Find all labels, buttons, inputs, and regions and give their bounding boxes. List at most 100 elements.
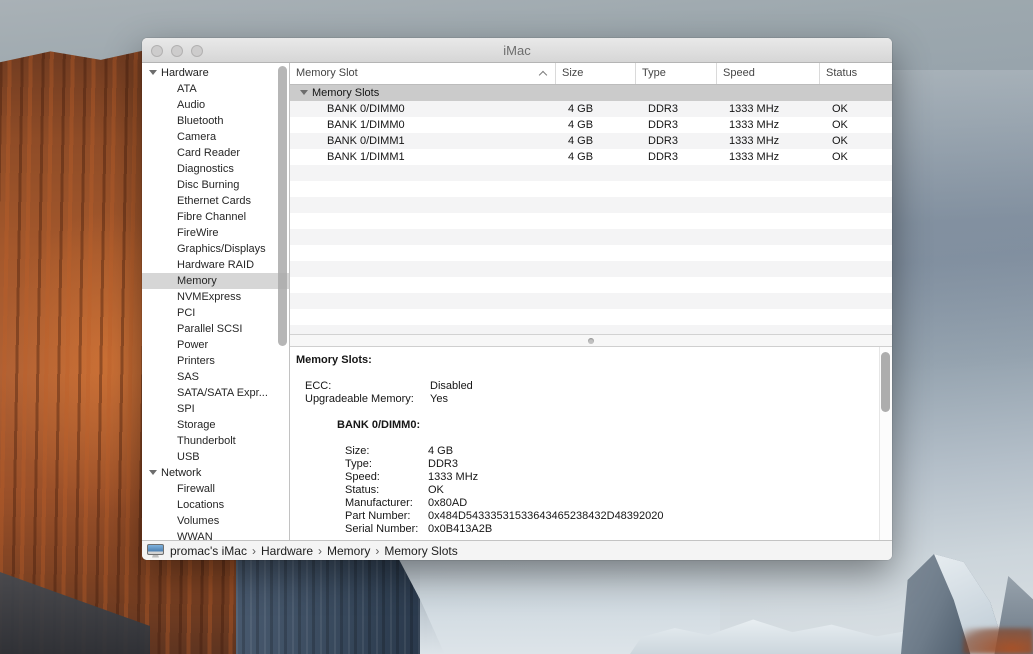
- cell-size: 4 GB: [556, 117, 636, 133]
- detail-scrollbar-thumb[interactable]: [881, 352, 890, 412]
- column-header-type[interactable]: Type: [636, 63, 717, 84]
- sidebar-item-locations[interactable]: Locations: [142, 497, 289, 513]
- memory-slot-table: Memory Slots BANK 0/DIMM0 4 GB DDR3 1333…: [290, 85, 892, 334]
- column-header-size[interactable]: Size: [556, 63, 636, 84]
- sidebar-item-label: Card Reader: [177, 147, 240, 159]
- table-empty-row: [290, 277, 892, 293]
- field-label: Serial Number:: [345, 523, 428, 536]
- disclosure-triangle-icon[interactable]: [149, 470, 157, 475]
- sidebar-item-wwan[interactable]: WWAN: [142, 529, 289, 540]
- sidebar-item-camera[interactable]: Camera: [142, 129, 289, 145]
- detail-scrollbar-track[interactable]: [879, 347, 892, 540]
- detail-field-ecc: ECC:Disabled: [296, 380, 872, 393]
- field-value: 0x80AD: [428, 497, 467, 509]
- memory-slots-pane: Memory Slot Size Type Speed Status Memor…: [290, 63, 892, 540]
- cell-speed: 1333 MHz: [717, 133, 820, 149]
- sidebar-item-spi[interactable]: SPI: [142, 401, 289, 417]
- detail-field-part-number: Part Number:0x484D5433353153364346523843…: [296, 510, 872, 523]
- sidebar-item-label: USB: [177, 451, 200, 463]
- sidebar-item-diagnostics[interactable]: Diagnostics: [142, 161, 289, 177]
- sidebar-scrollbar-thumb[interactable]: [278, 66, 287, 346]
- sidebar-item-usb[interactable]: USB: [142, 449, 289, 465]
- table-row[interactable]: BANK 1/DIMM0 4 GB DDR3 1333 MHz OK: [290, 117, 892, 133]
- field-value: 0x0B413A2B: [428, 523, 492, 535]
- field-label: Manufacturer:: [345, 497, 428, 510]
- title-bar[interactable]: iMac: [142, 38, 892, 63]
- detail-field-speed: Speed:1333 MHz: [296, 471, 872, 484]
- sidebar-item-network[interactable]: Network: [142, 465, 289, 481]
- breadcrumb: promac's iMac›Hardware›Memory›Memory Slo…: [170, 544, 458, 558]
- zoom-button[interactable]: [191, 45, 203, 57]
- sidebar-item-nvmexpress[interactable]: NVMExpress: [142, 289, 289, 305]
- table-empty-row: [290, 229, 892, 245]
- sidebar-item-card-reader[interactable]: Card Reader: [142, 145, 289, 161]
- sidebar-item-label: Printers: [177, 355, 215, 367]
- imac-icon-base: [152, 555, 159, 558]
- sidebar-item-label: Parallel SCSI: [177, 323, 242, 335]
- sidebar-item-memory[interactable]: Memory: [142, 273, 289, 289]
- sidebar-item-label: ATA: [177, 83, 197, 95]
- sidebar-item-firewire[interactable]: FireWire: [142, 225, 289, 241]
- field-label: Part Number:: [345, 510, 428, 523]
- detail-section-title: BANK 0/DIMM0:: [296, 419, 872, 432]
- disclosure-triangle-icon[interactable]: [300, 90, 308, 95]
- breadcrumb-item-hardware[interactable]: Hardware: [261, 544, 313, 558]
- splitter-handle-icon[interactable]: [588, 338, 594, 344]
- cell-size: 4 GB: [556, 101, 636, 117]
- sidebar-item-bluetooth[interactable]: Bluetooth: [142, 113, 289, 129]
- breadcrumb-item-memory-slots[interactable]: Memory Slots: [384, 544, 457, 558]
- sidebar-item-thunderbolt[interactable]: Thunderbolt: [142, 433, 289, 449]
- sidebar-item-disc-burning[interactable]: Disc Burning: [142, 177, 289, 193]
- column-header-status[interactable]: Status: [820, 63, 892, 84]
- pane-splitter[interactable]: [290, 334, 892, 347]
- wallpaper-dark-cliff: [236, 552, 451, 654]
- cell-memory-slot: BANK 0/DIMM0: [290, 101, 556, 117]
- minimize-button[interactable]: [171, 45, 183, 57]
- cell-speed: 1333 MHz: [717, 149, 820, 165]
- sidebar-item-ethernet-cards[interactable]: Ethernet Cards: [142, 193, 289, 209]
- close-button[interactable]: [151, 45, 163, 57]
- sidebar-item-ata[interactable]: ATA: [142, 81, 289, 97]
- sidebar-item-fibre-channel[interactable]: Fibre Channel: [142, 209, 289, 225]
- cell-type: DDR3: [636, 133, 717, 149]
- sidebar-item-sata-express[interactable]: SATA/SATA Expr...: [142, 385, 289, 401]
- sidebar-item-label: SPI: [177, 403, 195, 415]
- sidebar-item-label: Camera: [177, 131, 216, 143]
- window-main: Hardware ATA Audio Bluetooth Camera Card…: [142, 63, 892, 540]
- column-header-speed[interactable]: Speed: [717, 63, 820, 84]
- sidebar-item-firewall[interactable]: Firewall: [142, 481, 289, 497]
- cell-status: OK: [820, 133, 892, 149]
- field-label: ECC:: [305, 380, 430, 393]
- table-group-row-memory-slots[interactable]: Memory Slots: [290, 85, 892, 101]
- imac-icon: [147, 544, 164, 558]
- sidebar-item-audio[interactable]: Audio: [142, 97, 289, 113]
- breadcrumb-item-computer[interactable]: promac's iMac: [170, 544, 247, 558]
- sidebar-item-hardware[interactable]: Hardware: [142, 65, 289, 81]
- sidebar-item-label: Diagnostics: [177, 163, 234, 175]
- detail-title: Memory Slots:: [296, 354, 872, 367]
- sidebar-item-hardware-raid[interactable]: Hardware RAID: [142, 257, 289, 273]
- sidebar-item-graphics-displays[interactable]: Graphics/Displays: [142, 241, 289, 257]
- sort-ascending-icon: [539, 71, 547, 79]
- sidebar-item-power[interactable]: Power: [142, 337, 289, 353]
- table-row[interactable]: BANK 0/DIMM1 4 GB DDR3 1333 MHz OK: [290, 133, 892, 149]
- column-header-label: Status: [826, 67, 857, 79]
- status-bar: promac's iMac›Hardware›Memory›Memory Slo…: [142, 540, 892, 560]
- sidebar-item-label: SAS: [177, 371, 199, 383]
- column-header-memory-slot[interactable]: Memory Slot: [290, 63, 556, 84]
- field-value: 0x484D54333531533643465238432D48392020: [428, 510, 664, 522]
- sidebar-item-pci[interactable]: PCI: [142, 305, 289, 321]
- breadcrumb-item-memory[interactable]: Memory: [327, 544, 370, 558]
- sidebar-item-printers[interactable]: Printers: [142, 353, 289, 369]
- disclosure-triangle-icon[interactable]: [149, 70, 157, 75]
- table-row[interactable]: BANK 0/DIMM0 4 GB DDR3 1333 MHz OK: [290, 101, 892, 117]
- sidebar-item-label: Thunderbolt: [177, 435, 236, 447]
- cell-speed: 1333 MHz: [717, 117, 820, 133]
- table-row[interactable]: BANK 1/DIMM1 4 GB DDR3 1333 MHz OK: [290, 149, 892, 165]
- cell-speed: 1333 MHz: [717, 101, 820, 117]
- detail-field-serial-number: Serial Number:0x0B413A2B: [296, 523, 872, 536]
- sidebar-item-volumes[interactable]: Volumes: [142, 513, 289, 529]
- sidebar-item-parallel-scsi[interactable]: Parallel SCSI: [142, 321, 289, 337]
- sidebar-item-sas[interactable]: SAS: [142, 369, 289, 385]
- sidebar-item-storage[interactable]: Storage: [142, 417, 289, 433]
